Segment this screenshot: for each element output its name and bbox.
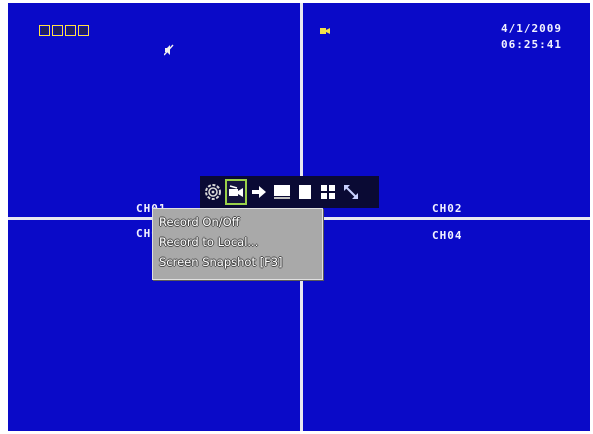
quad-view-icon [321, 185, 335, 199]
resize-arrows-icon [344, 185, 358, 199]
time-text: 06:25:41 [501, 38, 562, 51]
camera-icon [320, 28, 330, 34]
record-button[interactable] [225, 179, 247, 205]
mute-speaker-icon [164, 44, 174, 56]
arrow-right-icon [252, 186, 266, 198]
hdd-icon [65, 25, 76, 36]
full-screen-icon [299, 185, 311, 199]
camera-display: 4/1/2009 06:25:41 CH01 CH02 CH03 CH04 [8, 3, 590, 431]
menu-item-screen-snapshot[interactable]: Screen Snapshot [F3] [153, 252, 322, 272]
toolbar [200, 176, 379, 208]
channel-label-ch02: CH02 [432, 202, 463, 215]
next-button[interactable] [248, 179, 270, 205]
menu-item-record-to-local[interactable]: Record to Local... [153, 232, 322, 252]
full-screen-button[interactable] [294, 179, 316, 205]
hdd-status [39, 25, 89, 36]
record-camera-icon [229, 185, 243, 197]
quad-view-button[interactable] [317, 179, 339, 205]
single-screen-icon [274, 185, 290, 199]
hdd-icon [52, 25, 63, 36]
hdd-icon [39, 25, 50, 36]
menu-item-record-on-off[interactable]: Record On/Off [153, 212, 322, 232]
settings-button[interactable] [202, 179, 224, 205]
settings-gear-icon [205, 184, 221, 200]
date-text: 4/1/2009 [501, 22, 562, 35]
resize-button[interactable] [340, 179, 362, 205]
hdd-icon [78, 25, 89, 36]
single-screen-button[interactable] [271, 179, 293, 205]
datetime-display: 4/1/2009 06:25:41 [501, 21, 562, 53]
channel-label-ch04: CH04 [432, 229, 463, 242]
record-menu: Record On/Off Record to Local... Screen … [152, 208, 323, 280]
